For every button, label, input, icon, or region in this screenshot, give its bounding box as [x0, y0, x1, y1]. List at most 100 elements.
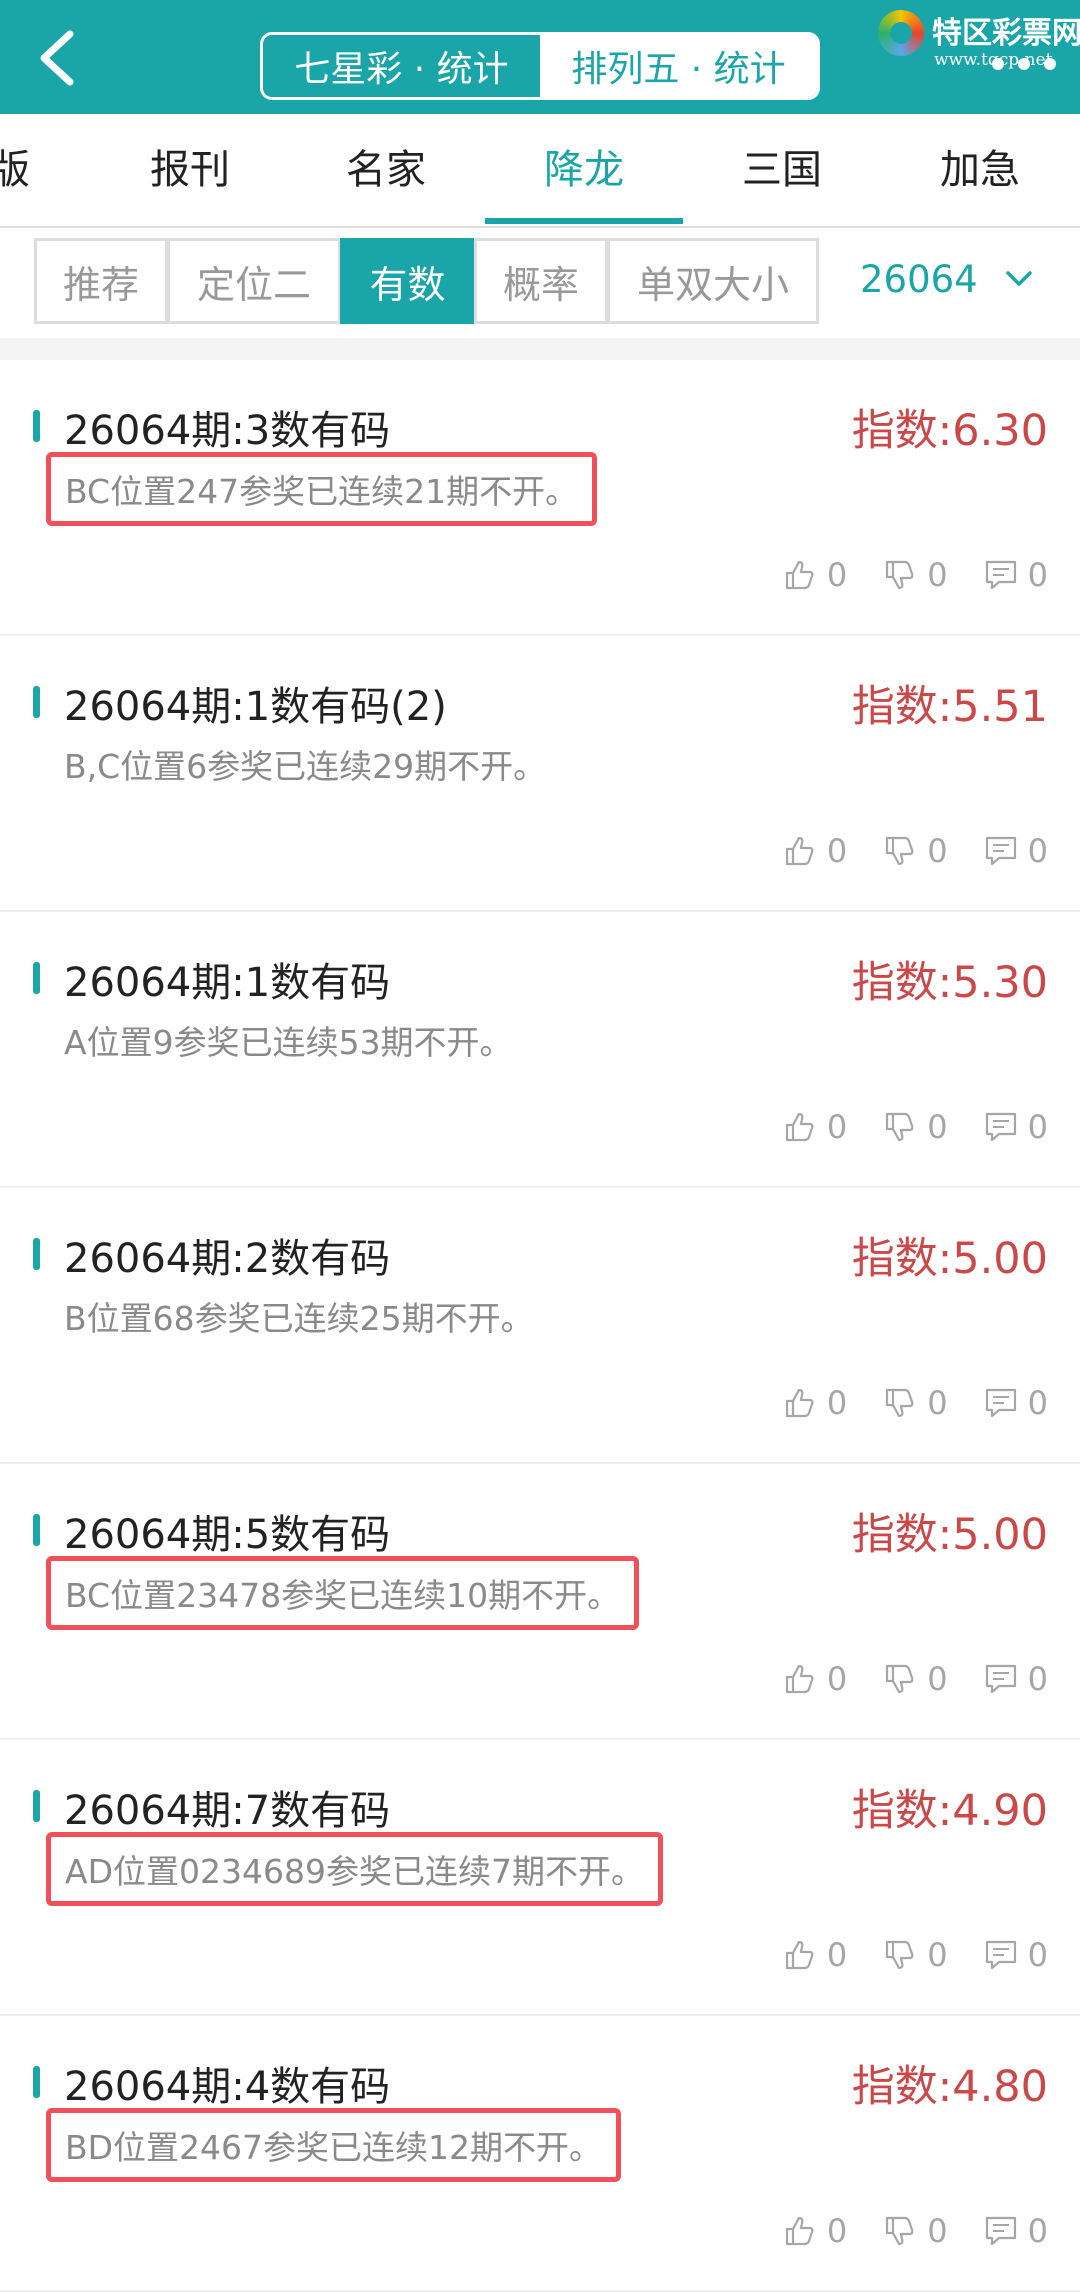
item-actions: 0 0 0	[747, 1660, 1048, 1698]
filter-gailv[interactable]: 概率	[474, 238, 608, 324]
comment-button[interactable]: 0	[984, 556, 1048, 594]
prediction-item[interactable]: 26064期:3数有码 指数:6.30 BC位置247参奖已连续21期不开。 0…	[0, 360, 1080, 636]
prediction-item[interactable]: 26064期:1数有码 指数:5.30 A位置9参奖已连续53期不开。 0 0	[0, 912, 1080, 1188]
accent-bar	[33, 1790, 40, 1822]
like-count: 0	[826, 556, 848, 594]
dislike-button[interactable]: 0	[883, 1660, 948, 1698]
dislike-button[interactable]: 0	[883, 1384, 948, 1422]
comment-icon	[985, 560, 1016, 590]
like-button[interactable]: 0	[783, 1108, 847, 1146]
like-count: 0	[826, 832, 848, 870]
comment-icon	[985, 836, 1016, 866]
item-actions: 0 0 0	[747, 1384, 1048, 1422]
accent-bar	[33, 962, 40, 994]
item-title: 26064期:2数有码	[64, 1236, 391, 1282]
dislike-count: 0	[927, 1660, 948, 1698]
item-description: BC位置23478参奖已连续10期不开。	[46, 1556, 640, 1630]
comment-count: 0	[1027, 1660, 1048, 1698]
item-description: BD位置2467参奖已连续12期不开。	[46, 2108, 622, 2182]
tab-mingjia[interactable]: 名家	[306, 114, 466, 226]
item-actions: 0 0 0	[747, 2212, 1048, 2250]
like-count: 0	[826, 1660, 848, 1698]
filter-danshuangdaxiao[interactable]: 单双大小	[607, 238, 819, 324]
issue-selector[interactable]: 26064	[860, 258, 978, 301]
section-divider	[0, 338, 1080, 360]
comment-icon	[985, 1664, 1016, 1694]
thumbs-down-icon	[886, 560, 914, 590]
like-button[interactable]: 0	[783, 832, 847, 870]
filter-tuijian[interactable]: 推荐	[34, 238, 168, 324]
comment-icon	[985, 2216, 1016, 2246]
dislike-button[interactable]: 0	[883, 832, 948, 870]
item-title: 26064期:5数有码	[64, 1512, 391, 1558]
comment-button[interactable]: 0	[984, 1660, 1048, 1698]
thumbs-down-icon	[886, 1940, 914, 1970]
more-dots-icon[interactable]	[988, 58, 1068, 78]
logo-text: 特区彩票网	[932, 16, 1080, 51]
comment-button[interactable]: 0	[984, 832, 1048, 870]
chevron-down-icon[interactable]	[1004, 264, 1034, 294]
segment-qixingcai[interactable]: 七星彩 · 统计	[263, 35, 540, 97]
item-description: BC位置247参奖已连续21期不开。	[46, 452, 598, 526]
comment-button[interactable]: 0	[984, 2212, 1048, 2250]
item-score: 指数:4.80	[851, 2062, 1048, 2112]
item-score: 指数:5.51	[851, 682, 1048, 732]
tab-ban[interactable]: 版	[0, 114, 90, 226]
thumbs-down-icon	[886, 1112, 914, 1142]
thumbs-up-icon	[785, 1940, 814, 1970]
like-button[interactable]: 0	[783, 2212, 847, 2250]
tab-jiaji[interactable]: 加急	[900, 114, 1060, 226]
filter-bar: 推荐 定位二 有数 概率 单双大小 26064	[0, 228, 1080, 338]
like-button[interactable]: 0	[783, 556, 847, 594]
comment-button[interactable]: 0	[984, 1936, 1048, 1974]
category-tabs: 版 报刊 名家 降龙 三国 加急	[0, 114, 1080, 228]
like-count: 0	[826, 1108, 848, 1146]
prediction-item[interactable]: 26064期:4数有码 指数:4.80 BD位置2467参奖已连续12期不开。 …	[0, 2016, 1080, 2292]
item-score: 指数:6.30	[851, 406, 1048, 456]
thumbs-up-icon	[785, 836, 814, 866]
comment-count: 0	[1027, 832, 1048, 870]
comment-icon	[985, 1112, 1016, 1142]
thumbs-up-icon	[785, 1112, 814, 1142]
item-description: A位置9参奖已连续53期不开。	[64, 1023, 513, 1062]
prediction-item[interactable]: 26064期:5数有码 指数:5.00 BC位置23478参奖已连续10期不开。…	[0, 1464, 1080, 1740]
comment-count: 0	[1027, 556, 1048, 594]
dislike-button[interactable]: 0	[883, 1936, 948, 1974]
comment-icon	[985, 1940, 1016, 1970]
like-button[interactable]: 0	[783, 1660, 847, 1698]
logo-mark-icon	[878, 10, 924, 56]
like-button[interactable]: 0	[783, 1936, 847, 1974]
tab-baokan[interactable]: 报刊	[110, 114, 270, 226]
dislike-button[interactable]: 0	[883, 556, 948, 594]
dislike-count: 0	[927, 1384, 948, 1422]
accent-bar	[33, 410, 40, 442]
app-header: 七星彩 · 统计 排列五 · 统计 特区彩票网 www.tqcp.net	[0, 0, 1080, 114]
back-arrow-icon[interactable]	[30, 28, 90, 88]
item-title: 26064期:4数有码	[64, 2064, 391, 2110]
item-description: B位置68参奖已连续25期不开。	[64, 1299, 534, 1338]
dislike-count: 0	[927, 1108, 948, 1146]
segment-pailiewu[interactable]: 排列五 · 统计	[540, 35, 817, 97]
thumbs-up-icon	[785, 2216, 814, 2246]
filter-dingweier[interactable]: 定位二	[167, 238, 341, 324]
comment-count: 0	[1027, 2212, 1048, 2250]
item-score: 指数:4.90	[851, 1786, 1048, 1836]
like-button[interactable]: 0	[783, 1384, 847, 1422]
dislike-button[interactable]: 0	[883, 1108, 948, 1146]
comment-button[interactable]: 0	[984, 1108, 1048, 1146]
tab-sanguo[interactable]: 三国	[702, 114, 862, 226]
comment-button[interactable]: 0	[984, 1384, 1048, 1422]
comment-count: 0	[1027, 1384, 1048, 1422]
like-count: 0	[826, 2212, 848, 2250]
prediction-item[interactable]: 26064期:1数有码(2) 指数:5.51 B,C位置6参奖已连续29期不开。…	[0, 636, 1080, 912]
filter-youshu[interactable]: 有数	[340, 238, 475, 324]
prediction-item[interactable]: 26064期:7数有码 指数:4.90 AD位置0234689参奖已连续7期不开…	[0, 1740, 1080, 2016]
thumbs-up-icon	[785, 1664, 814, 1694]
prediction-item[interactable]: 26064期:2数有码 指数:5.00 B位置68参奖已连续25期不开。 0 0	[0, 1188, 1080, 1464]
active-tab-indicator	[485, 218, 683, 224]
prediction-list: 26064期:3数有码 指数:6.30 BC位置247参奖已连续21期不开。 0…	[0, 360, 1080, 2292]
dislike-button[interactable]: 0	[883, 2212, 948, 2250]
dislike-count: 0	[927, 1936, 948, 1974]
tab-xianglong[interactable]: 降龙	[504, 114, 664, 226]
item-actions: 0 0 0	[747, 1936, 1048, 1974]
